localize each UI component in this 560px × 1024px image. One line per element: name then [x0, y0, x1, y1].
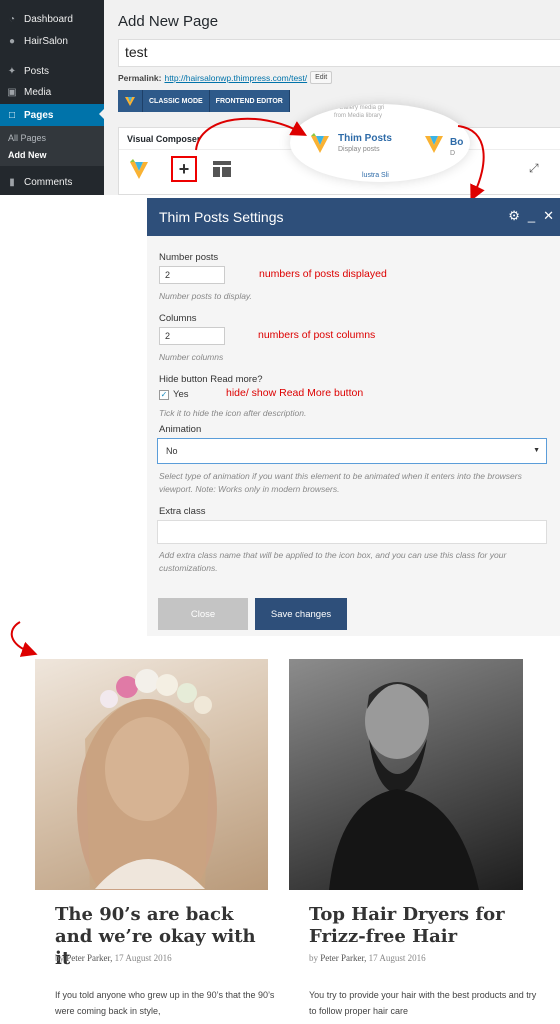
extra-class-input[interactable]	[157, 520, 547, 544]
annotation-columns: numbers of post columns	[258, 329, 376, 341]
post-title[interactable]: Top Hair Dryers for Frizz-free Hair	[309, 904, 529, 948]
minimize-icon[interactable]: _	[528, 208, 535, 224]
checkbox-label: Yes	[173, 389, 189, 400]
extra-class-label: Extra class	[159, 506, 206, 517]
annotation-number-posts: numbers of posts displayed	[259, 268, 387, 280]
post-excerpt: You try to provide your hair with the be…	[309, 990, 537, 1016]
post-meta: by Peter Parker, 17 August 2016	[55, 953, 172, 963]
save-changes-button[interactable]: Save changes	[255, 598, 347, 630]
post-image[interactable]	[35, 659, 268, 890]
columns-input[interactable]: 2	[159, 327, 225, 345]
animation-select[interactable]: No ▼	[157, 438, 547, 464]
post-excerpt: If you told anyone who grew up in the 90…	[55, 990, 275, 1016]
modal-title: Thim Posts Settings	[159, 209, 284, 225]
close-icon[interactable]: ✕	[543, 208, 554, 224]
hide-readmore-hint: Tick it to hide the icon after descripti…	[159, 408, 307, 418]
extra-class-hint: Add extra class name that will be applie…	[159, 550, 507, 573]
animation-select-value: No	[166, 446, 178, 456]
number-posts-hint: Number posts to display.	[159, 291, 252, 301]
gear-icon[interactable]: ⚙	[508, 208, 520, 224]
post-date: 17 August 2016	[114, 953, 172, 963]
modal-header: Thim Posts Settings ⚙ _ ✕	[147, 198, 560, 236]
animation-label: Animation	[159, 424, 202, 435]
chevron-down-icon: ▼	[533, 447, 540, 454]
number-posts-input[interactable]: 2	[159, 266, 225, 284]
hide-readmore-label: Hide button Read more?	[159, 374, 263, 385]
close-button[interactable]: Close	[158, 598, 248, 630]
columns-hint: Number columns	[159, 352, 224, 362]
post-meta-by: by	[55, 953, 64, 963]
settings-modal: Thim Posts Settings ⚙ _ ✕ Number posts 2…	[147, 198, 560, 636]
woman-flower-crown-image	[77, 669, 217, 890]
bearded-man-image	[329, 682, 479, 890]
post-date: 17 August 2016	[368, 953, 426, 963]
post-author[interactable]: Peter Parker,	[66, 953, 112, 963]
number-posts-label: Number posts	[159, 252, 219, 263]
post-author[interactable]: Peter Parker,	[320, 953, 366, 963]
checkbox-checked-icon[interactable]: ✓	[159, 389, 169, 400]
post-meta-by: by	[309, 953, 318, 963]
columns-label: Columns	[159, 313, 197, 324]
post-image[interactable]	[289, 659, 523, 890]
annotation-hide-button: hide/ show Read More button	[226, 387, 364, 399]
hide-readmore-checkbox[interactable]: ✓ Yes	[159, 389, 189, 400]
post-meta: by Peter Parker, 17 August 2016	[309, 953, 426, 963]
animation-hint: Select type of animation if you want thi…	[159, 471, 522, 494]
